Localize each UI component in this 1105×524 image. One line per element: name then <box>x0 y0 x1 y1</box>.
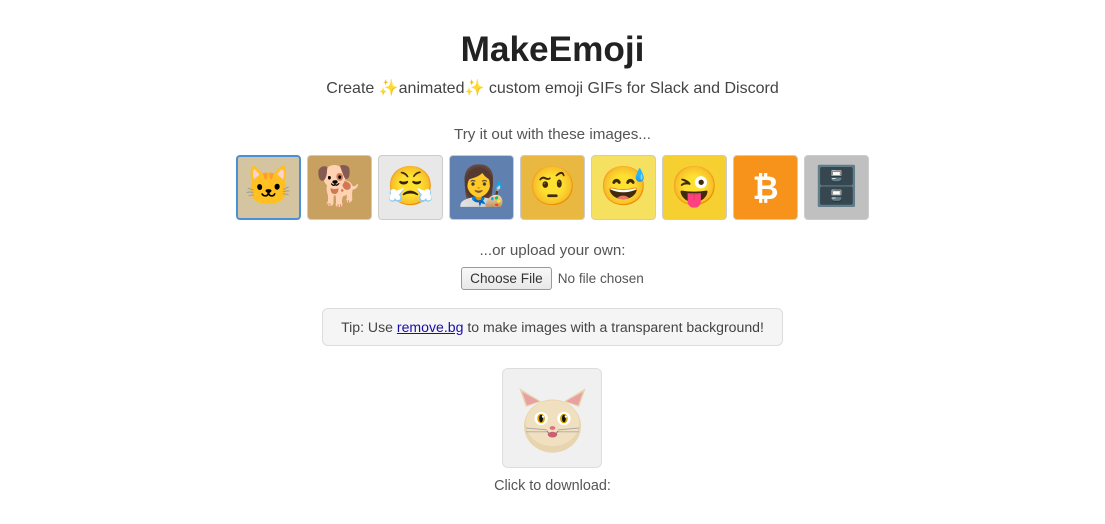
sample-image-cry-laugh[interactable]: 😅 <box>591 155 656 220</box>
tip-box: Tip: Use remove.bg to make images with a… <box>322 308 783 346</box>
cat-emoji: 🐱 <box>245 168 293 206</box>
tip-text-before: Tip: Use <box>341 319 397 335</box>
sample-image-troll[interactable]: 😤 <box>378 155 443 220</box>
sparkle-icon-right: ✨ <box>464 80 484 97</box>
doge-emoji: 🐕 <box>316 168 364 206</box>
sample-image-bitcoin[interactable]: ₿ <box>733 155 798 220</box>
download-label: Click to download: <box>494 478 611 494</box>
animated-text: animated <box>399 80 465 97</box>
sample-image-database[interactable]: 🗄️ <box>804 155 869 220</box>
sample-image-lady[interactable]: 👩‍🎨 <box>449 155 514 220</box>
lady-emoji: 👩‍🎨 <box>458 168 506 206</box>
cat-preview-svg <box>505 371 600 466</box>
no-file-text: No file chosen <box>558 271 644 286</box>
subtitle: Create ✨animated✨ custom emoji GIFs for … <box>326 78 778 98</box>
upload-section: ...or upload your own: Choose File No fi… <box>461 242 644 290</box>
sample-image-sneaky[interactable]: 🤨 <box>520 155 585 220</box>
sample-label: Try it out with these images... <box>454 126 651 143</box>
upload-label: ...or upload your own: <box>479 242 625 259</box>
cry-laugh-emoji: 😅 <box>600 168 648 206</box>
sample-image-cat[interactable]: 🐱 <box>236 155 301 220</box>
bitcoin-emoji: ₿ <box>752 172 778 204</box>
choose-file-button[interactable]: Choose File <box>461 267 552 290</box>
database-emoji: 🗄️ <box>813 168 861 206</box>
sample-image-doge[interactable]: 🐕 <box>307 155 372 220</box>
page-title: MakeEmoji <box>461 30 645 70</box>
sample-image-wink[interactable]: 😜 <box>662 155 727 220</box>
sparkle-icon-left: ✨ <box>379 80 399 97</box>
preview-section: Click to download: <box>494 368 611 494</box>
subtitle-suffix: custom emoji GIFs for Slack and Discord <box>484 80 778 97</box>
preview-image[interactable] <box>502 368 602 468</box>
remove-bg-link[interactable]: remove.bg <box>397 319 464 335</box>
file-input-row: Choose File No file chosen <box>461 267 644 290</box>
troll-emoji: 😤 <box>387 168 435 206</box>
sample-images-row: 🐱 🐕 😤 👩‍🎨 🤨 😅 😜 ₿ 🗄️ <box>236 155 869 220</box>
tip-text-after: to make images with a transparent backgr… <box>463 319 764 335</box>
subtitle-prefix: Create <box>326 80 378 97</box>
wink-emoji: 😜 <box>671 168 719 206</box>
sneaky-emoji: 🤨 <box>529 168 577 206</box>
